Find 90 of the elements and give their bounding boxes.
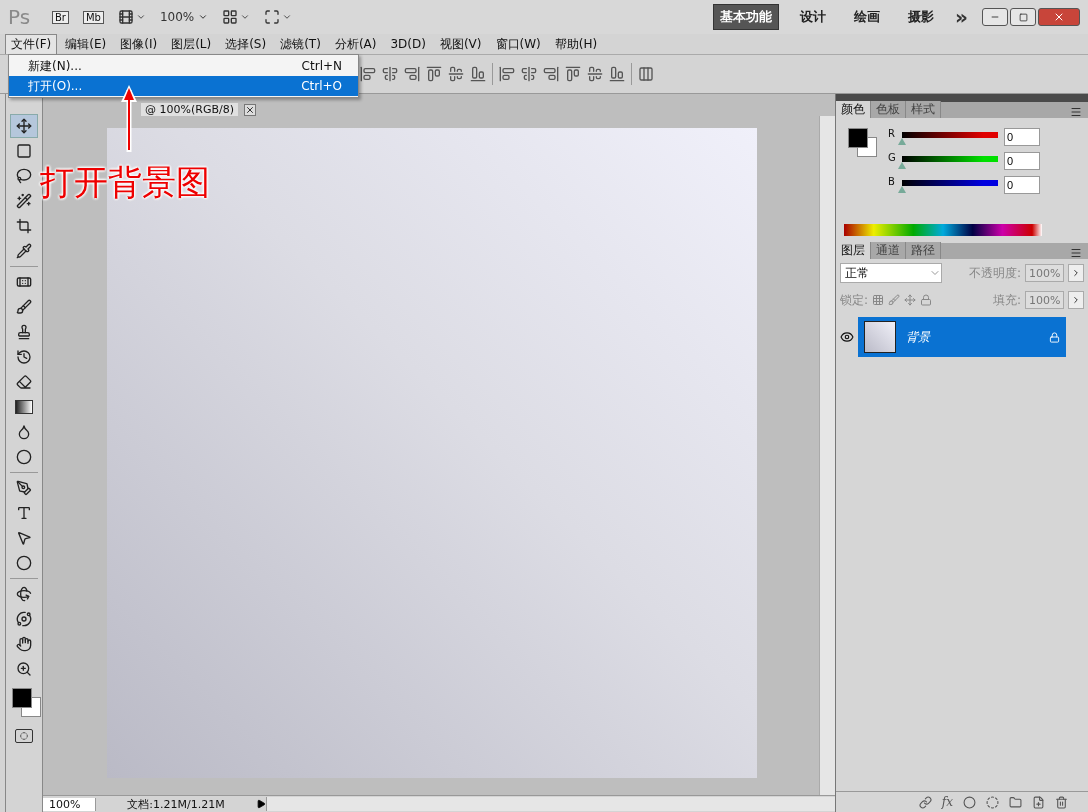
align-icon[interactable] xyxy=(609,66,625,82)
align-icon[interactable] xyxy=(404,66,420,82)
play-icon[interactable] xyxy=(256,799,266,809)
menu-item[interactable]: 图像(I) xyxy=(114,33,164,55)
menu-item[interactable]: 3D(D) xyxy=(384,35,432,53)
menu-item[interactable]: 新建(N)... Ctrl+N xyxy=(9,56,358,76)
align-icon[interactable] xyxy=(382,66,398,82)
panel-tab[interactable]: 样式 xyxy=(906,101,941,118)
menu-icon[interactable] xyxy=(1070,106,1082,118)
close-icon[interactable] xyxy=(243,104,256,116)
close-button[interactable] xyxy=(1038,8,1080,26)
fx-button[interactable]: fx xyxy=(941,795,953,809)
channel-label: R xyxy=(888,128,896,139)
zoom-level-dropdown[interactable]: 100% xyxy=(159,10,195,24)
minimize-button[interactable] xyxy=(982,8,1008,26)
color-slider-track[interactable] xyxy=(902,156,998,162)
workspace-button[interactable]: 设计 xyxy=(793,4,834,30)
slider-thumb[interactable] xyxy=(898,186,906,193)
channel-value-field[interactable]: 0 xyxy=(1004,128,1040,146)
app-logo: Ps xyxy=(8,5,32,29)
color-slider-track[interactable] xyxy=(902,132,998,138)
panel-tab[interactable]: 通道 xyxy=(871,242,906,259)
adjustment-icon[interactable] xyxy=(986,795,999,809)
more-workspaces-button[interactable]: » xyxy=(955,5,968,29)
maximize-icon xyxy=(1018,12,1028,22)
align-icon[interactable] xyxy=(587,66,603,82)
panel-tab[interactable]: 图层 xyxy=(836,242,871,259)
menu-item[interactable]: 分析(A) xyxy=(328,33,383,55)
workspace-button[interactable]: 绘画 xyxy=(847,4,888,30)
menu-item[interactable]: 视图(V) xyxy=(433,33,488,55)
fill-label: 填充: xyxy=(992,291,1021,309)
color-spectrum[interactable] xyxy=(844,224,1042,236)
layer-row[interactable]: 背景 xyxy=(858,317,1066,357)
caret-icon[interactable] xyxy=(198,12,209,22)
channel-label: G xyxy=(888,152,896,163)
align-icon[interactable] xyxy=(565,66,581,82)
document-info: 文档:1.21M/1.21M xyxy=(126,796,226,812)
trash-icon[interactable] xyxy=(1055,795,1068,809)
color-slider-track[interactable] xyxy=(902,180,998,186)
menu-item[interactable]: 编辑(E) xyxy=(59,33,113,55)
mini-bridge-button[interactable]: Mb xyxy=(83,10,104,24)
mask-icon[interactable] xyxy=(963,795,976,809)
menu-item[interactable]: 图层(L) xyxy=(165,33,218,55)
workspace-button[interactable]: 摄影 xyxy=(901,4,942,30)
menu-item[interactable]: 窗口(W) xyxy=(489,33,547,55)
menu-item[interactable]: 选择(S) xyxy=(219,33,273,55)
layout-icon[interactable] xyxy=(222,9,251,25)
channel-value-field[interactable]: 0 xyxy=(1004,152,1040,170)
new-layer-icon[interactable] xyxy=(1032,795,1045,809)
channel-label: B xyxy=(888,176,896,187)
align-icon[interactable] xyxy=(448,66,464,82)
channel-value-field[interactable]: 0 xyxy=(1004,176,1040,194)
close-icon xyxy=(1053,11,1065,23)
align-icon[interactable] xyxy=(360,66,376,82)
move-tool-icon[interactable] xyxy=(10,114,38,138)
lock-label: 锁定: xyxy=(840,291,869,309)
layer-thumbnail xyxy=(864,321,896,353)
menu-item[interactable]: 滤镜(T) xyxy=(274,33,327,55)
menu-item[interactable]: 帮助(H) xyxy=(548,33,604,55)
menu-icon[interactable] xyxy=(1070,247,1082,259)
film-icon[interactable] xyxy=(117,9,146,25)
folder-icon[interactable] xyxy=(1009,795,1022,809)
panel-tab[interactable]: 色板 xyxy=(871,101,906,118)
layer-name: 背景 xyxy=(906,328,932,346)
align-icon[interactable] xyxy=(543,66,559,82)
align-icon[interactable] xyxy=(470,66,486,82)
menu-item[interactable]: 文件(F) xyxy=(5,33,58,55)
align-icon[interactable] xyxy=(638,66,654,82)
align-icon[interactable] xyxy=(521,66,537,82)
panel-tab[interactable]: 路径 xyxy=(906,242,941,259)
slider-thumb[interactable] xyxy=(898,138,906,145)
menu-item[interactable]: 打开(O)... Ctrl+O xyxy=(9,76,358,96)
quick-mask-icon[interactable] xyxy=(15,729,33,743)
slider-thumb[interactable] xyxy=(898,162,906,169)
document-tab[interactable]: @ 100%(RGB/8) xyxy=(141,103,238,116)
panel-tab[interactable]: 颜色 xyxy=(836,101,871,118)
opacity-label: 不透明度: xyxy=(968,264,1021,282)
screen-mode-icon[interactable] xyxy=(264,9,293,25)
blend-mode-dropdown[interactable]: 正常 xyxy=(840,263,942,283)
bridge-button[interactable]: Br xyxy=(52,10,69,24)
annotation-text: 打开背景图 xyxy=(40,161,210,204)
zoom-field[interactable]: 100% xyxy=(43,797,96,811)
align-icon[interactable] xyxy=(426,66,442,82)
align-icon[interactable] xyxy=(499,66,515,82)
vertical-scrollbar[interactable] xyxy=(819,116,835,795)
horizontal-scrollbar[interactable] xyxy=(266,797,835,811)
workspace-button[interactable]: 基本功能 xyxy=(713,4,780,30)
maximize-button[interactable] xyxy=(1010,8,1036,26)
checker-icon[interactable] xyxy=(872,294,885,306)
link-icon[interactable] xyxy=(918,795,932,809)
